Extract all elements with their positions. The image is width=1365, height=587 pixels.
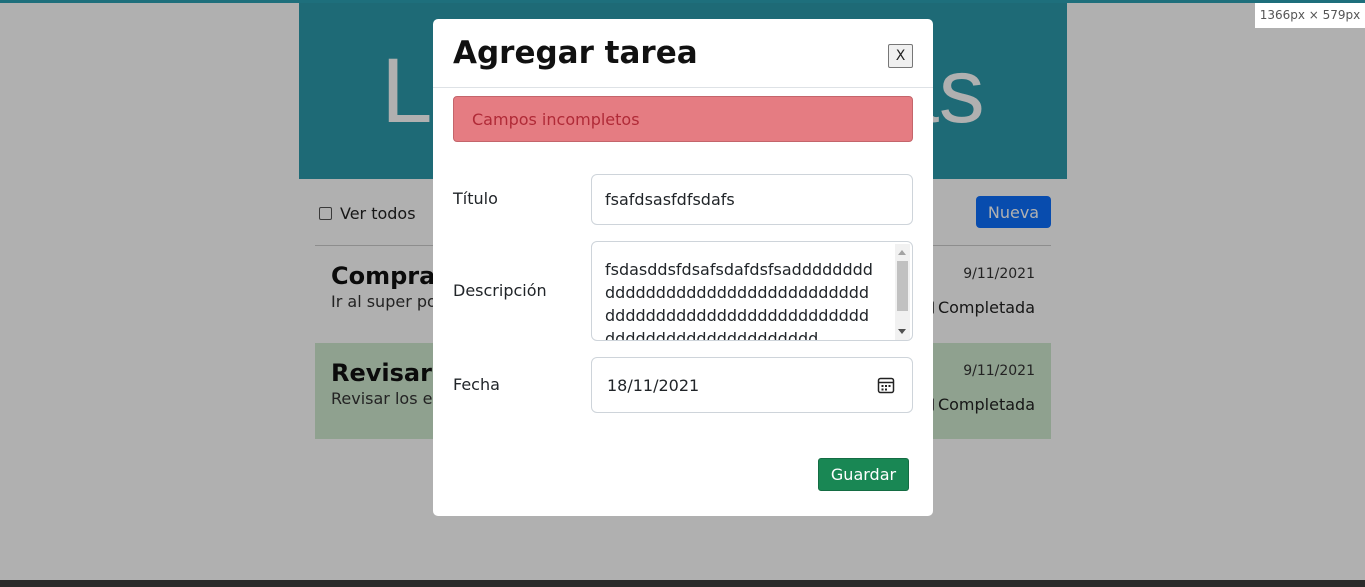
scroll-down-arrow-icon[interactable] — [898, 329, 906, 334]
error-alert: Campos incompletos — [453, 96, 913, 142]
add-task-modal: Agregar tarea X Campos incompletos Títul… — [433, 19, 933, 516]
calendar-icon[interactable] — [877, 376, 895, 394]
description-scrollbar[interactable] — [895, 244, 910, 340]
date-label: Fecha — [453, 375, 500, 394]
scroll-thumb[interactable] — [897, 261, 908, 311]
save-button[interactable]: Guardar — [818, 458, 909, 491]
bottom-bar — [0, 580, 1365, 587]
modal-header-divider — [433, 87, 933, 88]
title-label: Título — [453, 189, 498, 208]
title-input[interactable]: fsafdsasfdfsdafs — [591, 174, 913, 225]
date-value: 18/11/2021 — [607, 376, 700, 395]
date-input[interactable]: 18/11/2021 — [591, 357, 913, 413]
description-label: Descripción — [453, 281, 547, 300]
close-button[interactable]: X — [888, 44, 913, 68]
viewport-size-indicator: 1366px × 579px — [1255, 3, 1365, 28]
error-alert-text: Campos incompletos — [472, 110, 640, 129]
modal-title: Agregar tarea — [453, 35, 698, 71]
description-textarea[interactable]: fsdasddsfdsafsdafdsfsadddddddddddddddddd… — [591, 241, 913, 341]
scroll-up-arrow-icon[interactable] — [898, 250, 906, 255]
description-text: fsdasddsfdsafsdafdsfsadddddddddddddddddd… — [605, 260, 873, 341]
